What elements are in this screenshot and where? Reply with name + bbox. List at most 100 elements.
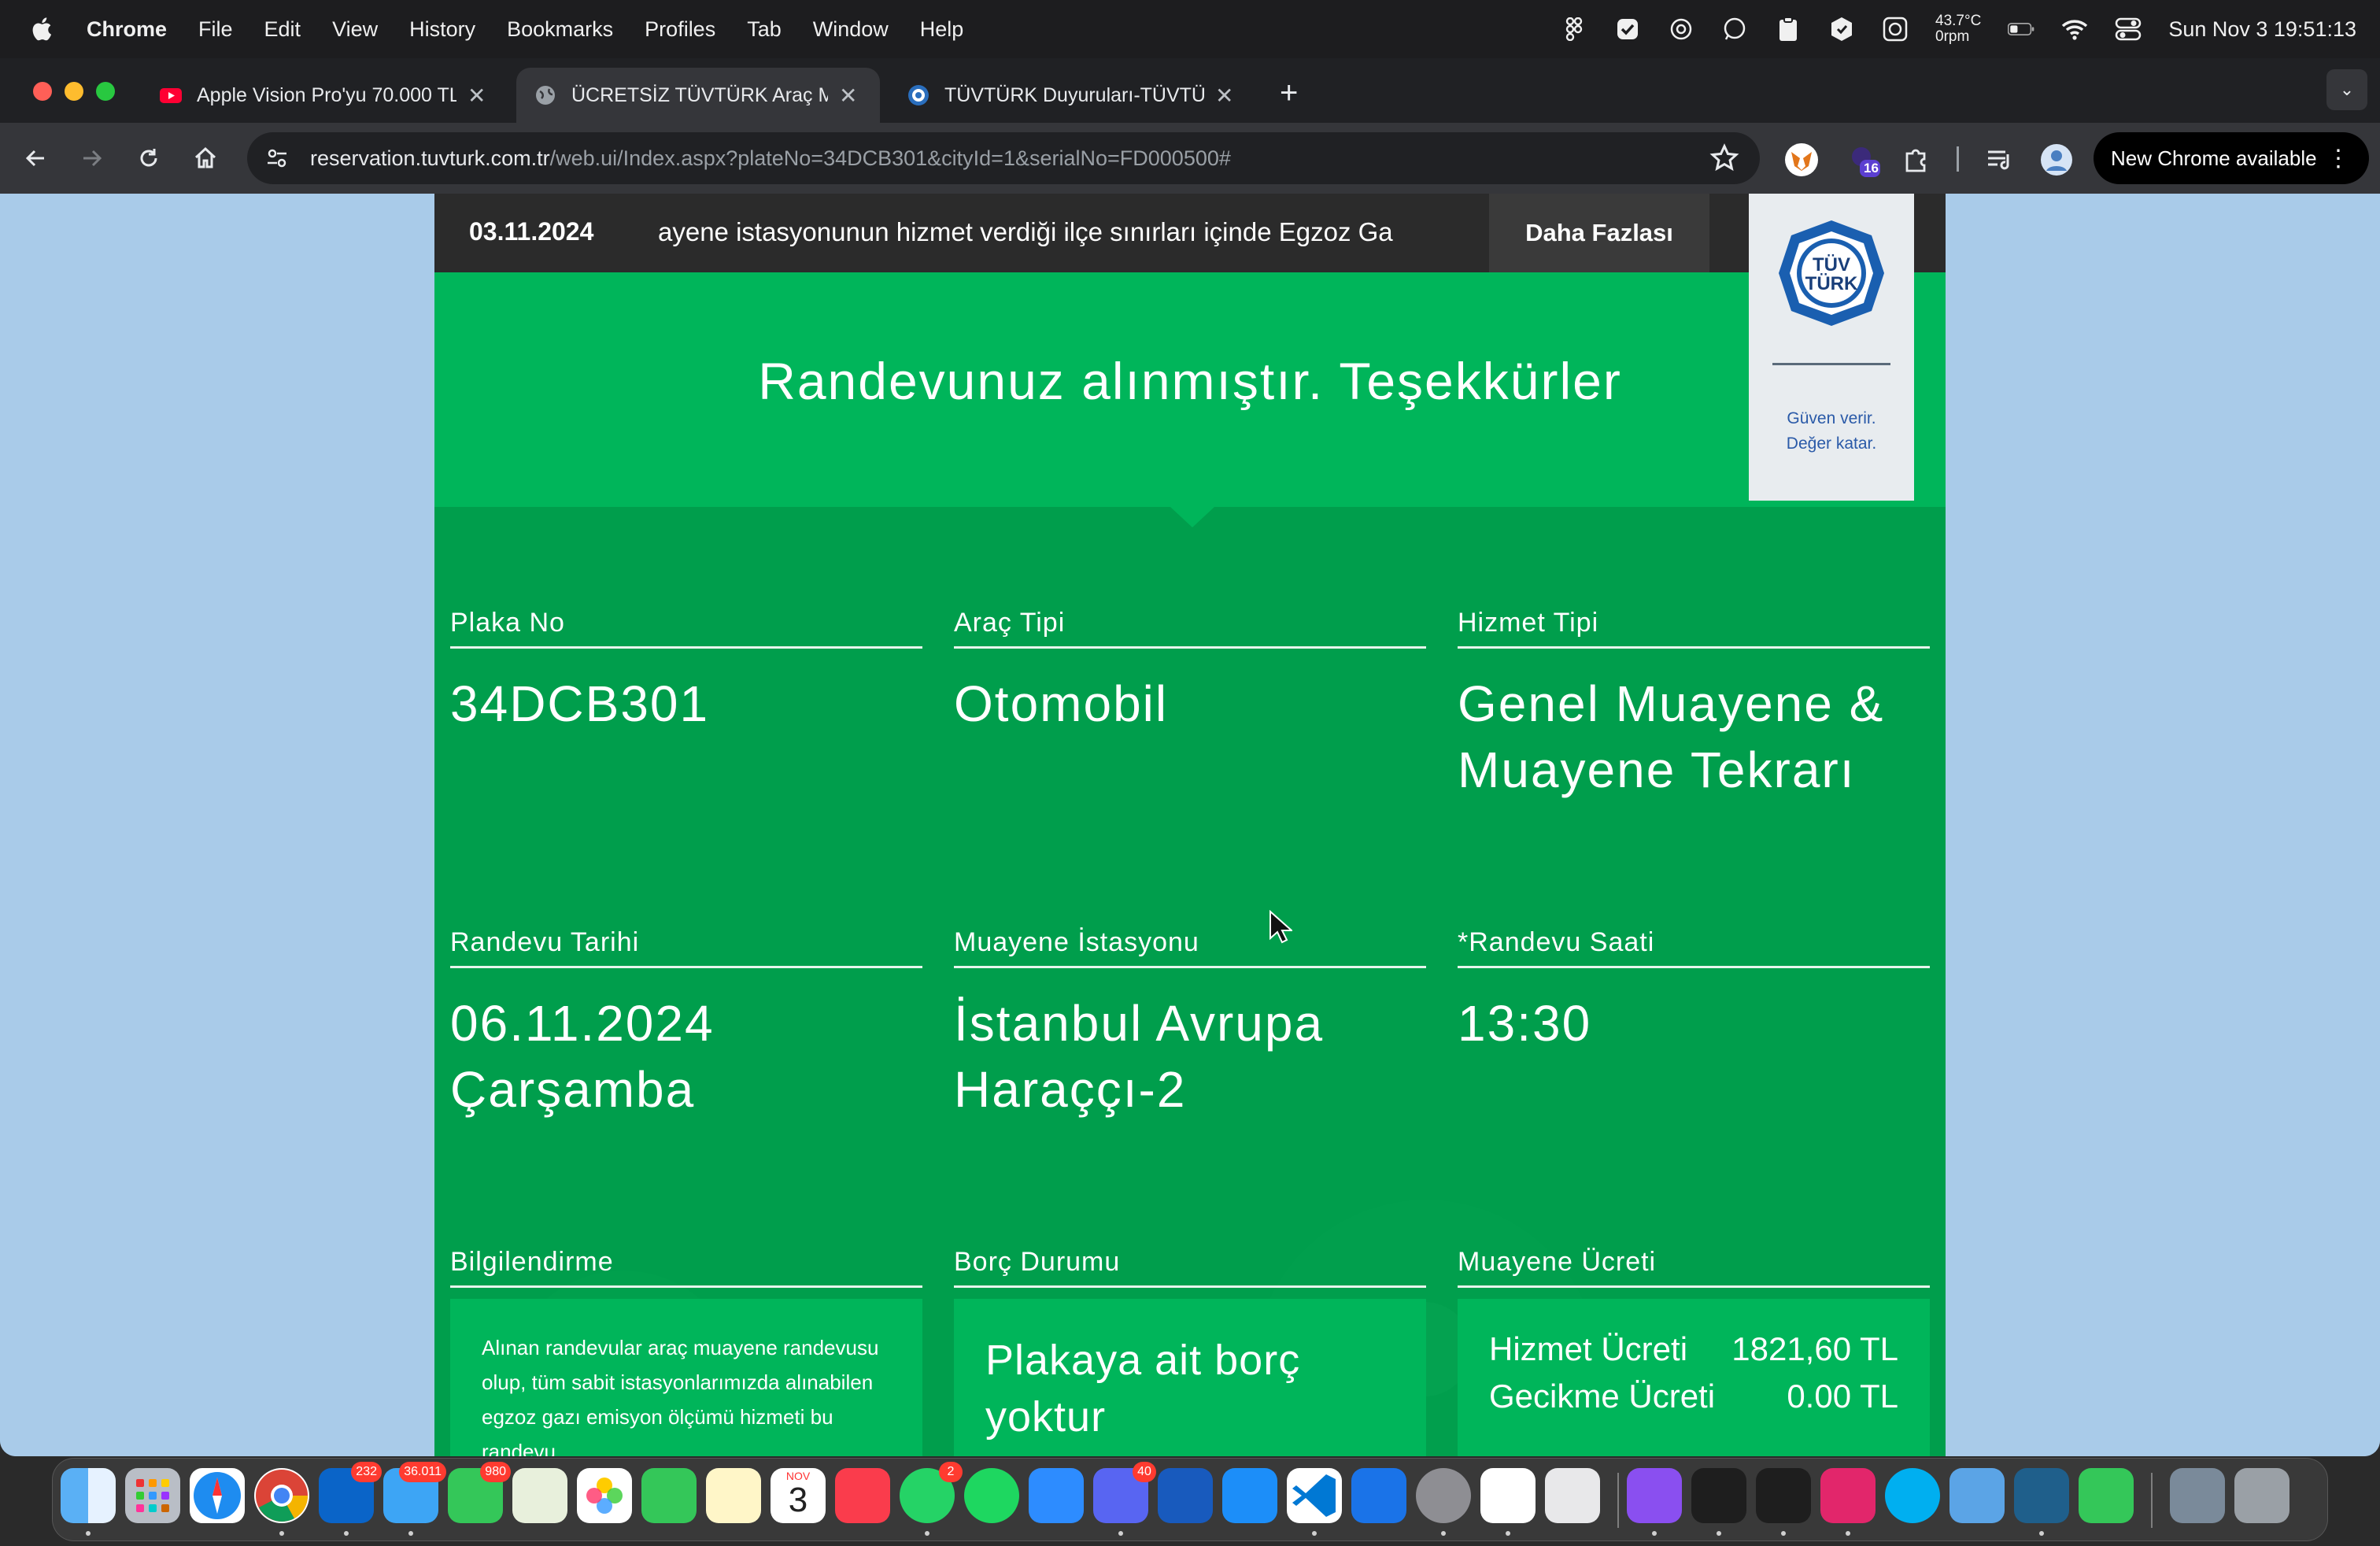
tab-tuvturk-announcements[interactable]: TÜVTÜRK Duyuruları-TÜVTÜRK ✕ — [889, 68, 1259, 123]
tab-close-icon[interactable]: ✕ — [1215, 83, 1233, 109]
safari-icon[interactable] — [190, 1468, 245, 1523]
bookmark-star-icon[interactable] — [1709, 143, 1739, 173]
menu-file[interactable]: File — [198, 17, 233, 42]
confirmation-banner: Randevunuz alınmıştır. Teşekkürler — [434, 272, 1946, 507]
calendar-icon[interactable]: NOV 3 — [771, 1468, 826, 1523]
facetime-icon[interactable] — [641, 1468, 697, 1523]
profile-avatar[interactable] — [2038, 142, 2075, 178]
url-path: /web.ui/Index.aspx?plateNo=34DCB301&city… — [549, 146, 1231, 170]
appointment-date-field: Randevu Tarihi 06.11.2024 Çarşamba — [450, 927, 922, 1123]
iphone-mirroring-icon[interactable] — [1545, 1468, 1600, 1523]
clipboard-status-icon[interactable] — [1775, 16, 1802, 43]
tab-close-icon[interactable]: ✕ — [839, 83, 857, 109]
whatsapp-status-icon[interactable] — [1721, 16, 1748, 43]
app-store-icon[interactable] — [1222, 1468, 1277, 1523]
control-center-icon[interactable] — [2115, 16, 2142, 43]
information-box: Alınan randevular araç muayene randevusu… — [450, 1299, 922, 1456]
home-icon[interactable] — [189, 142, 222, 175]
new-chrome-available-button[interactable]: New Chrome available ⋮ — [2094, 132, 2369, 184]
whatsapp-icon[interactable]: 2 — [900, 1462, 963, 1523]
checkmark-status-icon[interactable] — [1614, 16, 1641, 43]
shield-status-icon[interactable] — [1828, 16, 1855, 43]
discord-icon[interactable]: 40 — [1093, 1462, 1156, 1523]
fan-status-icon[interactable] — [1882, 16, 1909, 43]
more-vertical-icon[interactable]: ⋮ — [2326, 145, 2350, 172]
new-tab-plus-icon[interactable]: + — [1280, 76, 1298, 111]
chatgpt-icon[interactable] — [1480, 1468, 1536, 1523]
running-indicator — [344, 1531, 349, 1536]
tab-search-chevron-down-icon[interactable]: ⌄ — [2326, 69, 2367, 110]
outlook-icon[interactable]: 232 — [319, 1462, 382, 1523]
close-window-button[interactable] — [33, 82, 52, 101]
running-indicator — [279, 1531, 284, 1536]
terminal-icon[interactable] — [1691, 1468, 1746, 1523]
battery-icon[interactable] — [2008, 16, 2034, 43]
system-settings-icon[interactable] — [1416, 1468, 1471, 1523]
inspection-station-field: Muayene İstasyonu İstanbul Avrupa Haraçç… — [954, 927, 1426, 1123]
photos-icon[interactable] — [577, 1468, 632, 1523]
mysql-workbench-icon[interactable] — [2014, 1468, 2069, 1523]
tuvturk-logo: TÜV TÜRK — [1779, 220, 1884, 326]
menu-bar-clock[interactable]: Sun Nov 3 19:51:13 — [2168, 17, 2356, 42]
zoom-icon[interactable] — [1029, 1468, 1084, 1523]
apple-menu-icon[interactable] — [30, 15, 57, 43]
tab-close-icon[interactable]: ✕ — [468, 83, 486, 109]
trash-icon[interactable] — [2234, 1468, 2289, 1523]
back-arrow-icon[interactable] — [19, 142, 52, 175]
music-icon[interactable] — [835, 1468, 890, 1523]
extension-counter-icon[interactable]: 16 — [1845, 142, 1881, 178]
disk-utility-icon[interactable] — [2170, 1468, 2225, 1523]
slogan-line-1: Güven verir. — [1787, 409, 1876, 427]
service-type-field: Hizmet Tipi Genel Muayene & Muayene Tekr… — [1458, 608, 1930, 803]
notes-icon[interactable] — [706, 1468, 761, 1523]
mouse-cursor-icon — [1269, 910, 1292, 944]
running-indicator — [1781, 1531, 1786, 1536]
menu-tab[interactable]: Tab — [747, 17, 782, 42]
site-info-tune-icon[interactable] — [261, 142, 293, 174]
temperature-readout[interactable]: 43.7°C 0rpm — [1935, 13, 1981, 45]
menu-app-name[interactable]: Chrome — [87, 17, 167, 42]
metamask-extension-icon[interactable] — [1783, 142, 1820, 178]
vehicle-type-field: Araç Tipi Otomobil — [954, 608, 1426, 737]
wifi-icon[interactable] — [2061, 16, 2088, 43]
word-icon[interactable] — [1158, 1468, 1213, 1523]
fullscreen-window-button[interactable] — [96, 82, 115, 101]
messages-icon[interactable]: 980 — [448, 1462, 511, 1523]
address-bar[interactable]: reservation.tuvturk.com.tr/web.ui/Index.… — [247, 132, 1760, 184]
menu-bookmarks[interactable]: Bookmarks — [507, 17, 613, 42]
menu-window[interactable]: Window — [813, 17, 889, 42]
reading-list-icon[interactable] — [1982, 142, 2018, 178]
vscode-icon[interactable] — [1287, 1468, 1342, 1523]
network-radar-icon[interactable] — [1949, 1468, 2005, 1523]
figma-status-icon[interactable] — [1561, 16, 1587, 43]
xcode-icon[interactable] — [1351, 1468, 1406, 1523]
chatgpt-status-icon[interactable] — [1668, 16, 1694, 43]
menu-help[interactable]: Help — [920, 17, 964, 42]
reload-icon[interactable] — [132, 142, 165, 175]
menu-profiles[interactable]: Profiles — [645, 17, 715, 42]
spotify-icon[interactable] — [964, 1468, 1019, 1523]
launchpad-icon[interactable] — [125, 1468, 180, 1523]
phpstorm-icon[interactable] — [1820, 1468, 1876, 1523]
mail-icon[interactable]: 36.011 — [383, 1462, 446, 1523]
menu-history[interactable]: History — [409, 17, 475, 42]
tab-youtube[interactable]: Apple Vision Pro'yu 70.000 TL ✕ — [142, 68, 513, 123]
running-indicator — [1652, 1531, 1657, 1536]
finder-icon[interactable] — [61, 1468, 116, 1523]
extensions-puzzle-icon[interactable] — [1898, 142, 1935, 178]
chrome-icon[interactable] — [254, 1468, 309, 1523]
tuvturk-logo-panel[interactable]: TÜV TÜRK Güven verir. Değer katar. — [1749, 194, 1914, 501]
forward-arrow-icon[interactable] — [76, 142, 109, 175]
menu-view[interactable]: View — [332, 17, 378, 42]
messages-secondary-icon[interactable] — [2079, 1468, 2134, 1523]
minimize-window-button[interactable] — [65, 82, 83, 101]
skype-icon[interactable] — [1885, 1468, 1940, 1523]
github-desktop-icon[interactable] — [1627, 1468, 1682, 1523]
more-news-button[interactable]: Daha Fazlası — [1489, 194, 1709, 272]
whatsapp-badge: 2 — [939, 1462, 963, 1482]
tab-tuvturk-reservation[interactable]: ÜCRETSİZ TÜVTÜRK Araç Mu ✕ — [516, 68, 880, 123]
figma-icon[interactable] — [1756, 1468, 1811, 1523]
menu-edit[interactable]: Edit — [264, 17, 301, 42]
inspection-fee-label: Muayene Ücreti — [1458, 1247, 1930, 1288]
maps-icon[interactable] — [512, 1468, 567, 1523]
